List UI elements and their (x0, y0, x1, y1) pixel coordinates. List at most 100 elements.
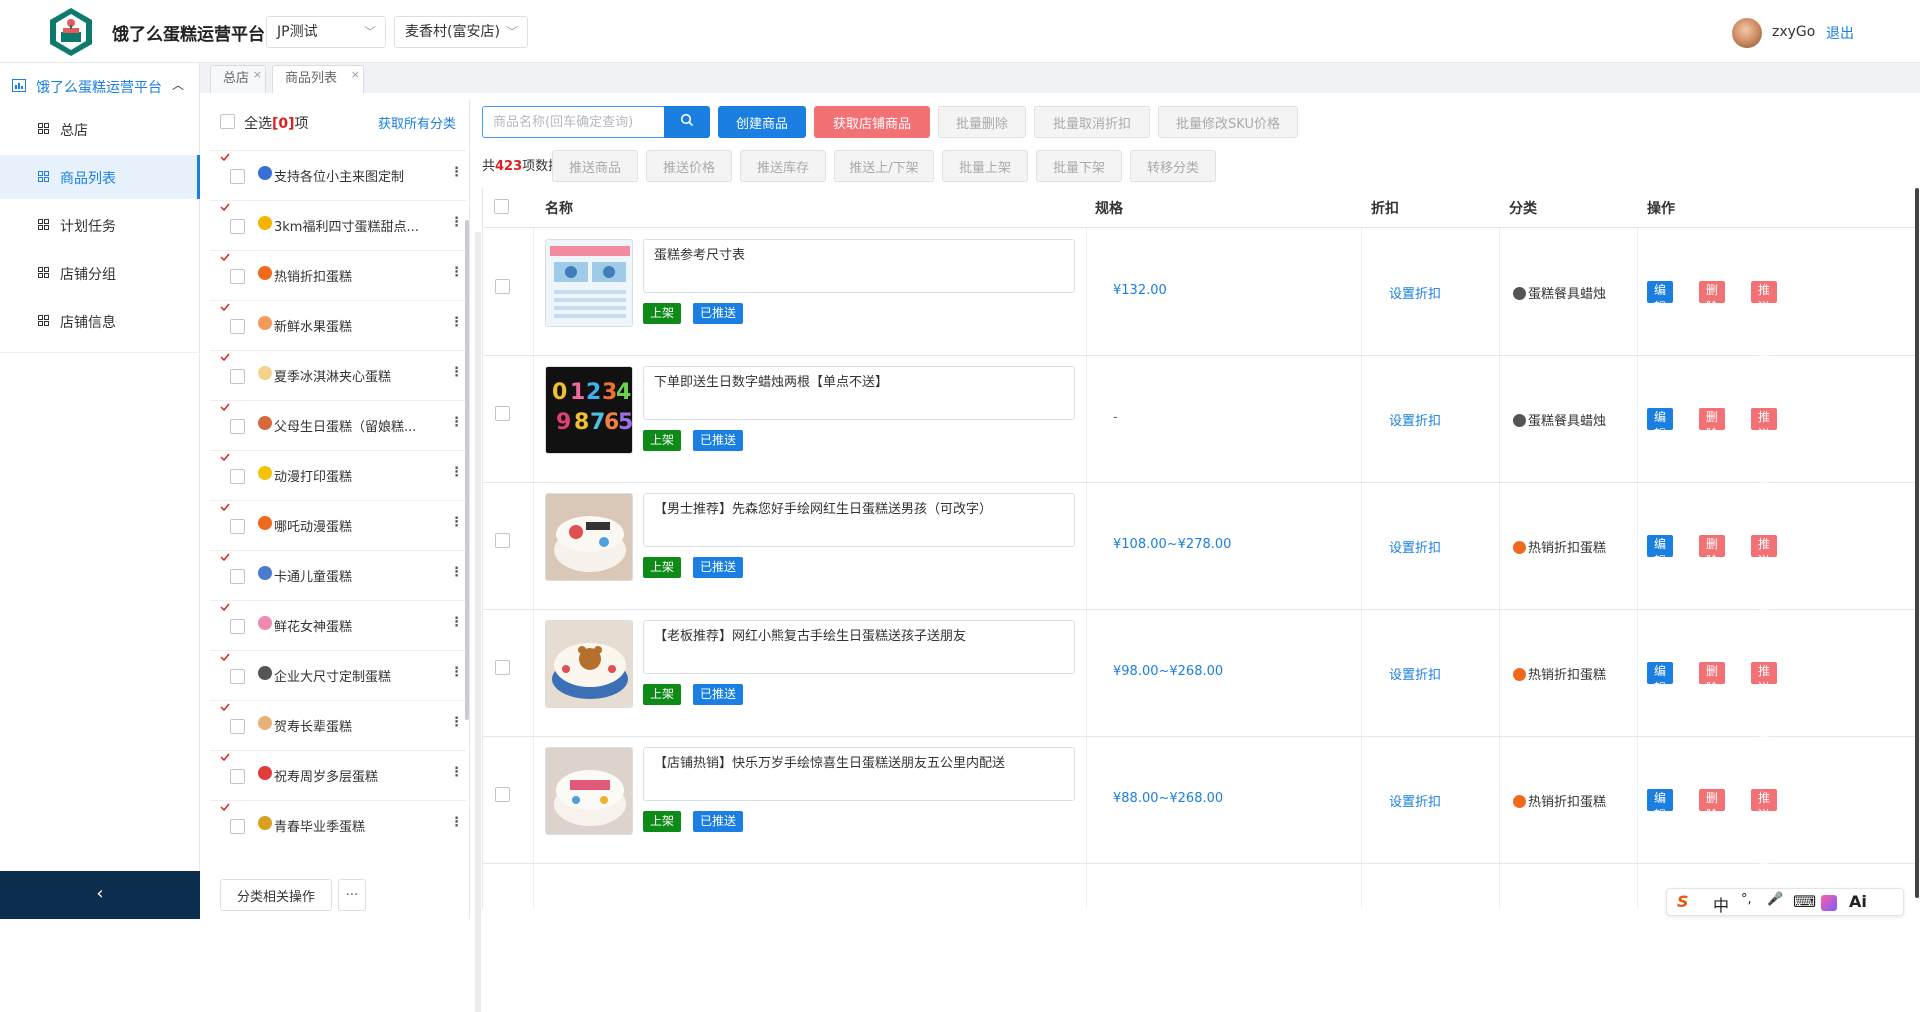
select-all-checkbox[interactable] (220, 114, 235, 129)
product-name-input[interactable]: 【老板推荐】网红小熊复古手绘生日蛋糕送孩子送朋友 (643, 620, 1075, 674)
account-select[interactable]: JP测试 ﹀ (266, 16, 386, 48)
sidebar-group-header[interactable]: 饿了么蛋糕运营平台 ︿ (0, 75, 200, 99)
category-item[interactable]: 哪吒动漫蛋糕 ⋮ (210, 500, 466, 550)
more-vertical-icon[interactable]: ⋮ (450, 615, 463, 630)
spec-price[interactable]: ¥132.00 (1113, 283, 1167, 298)
microphone-icon[interactable]: 🎤 (1767, 892, 1783, 907)
keyboard-icon[interactable]: ⌨ (1793, 892, 1816, 911)
push-price-button[interactable]: 推送价格 (646, 150, 732, 182)
fetch-store-products-button[interactable]: 获取店铺商品 (814, 106, 930, 138)
edit-button[interactable]: 编辑 (1647, 662, 1674, 695)
row-checkbox[interactable] (495, 279, 510, 294)
category-item[interactable]: 企业大尺寸定制蛋糕 ⋮ (210, 650, 466, 700)
logout-link[interactable]: 退出 (1826, 23, 1854, 43)
product-image[interactable] (545, 239, 633, 327)
product-image[interactable] (545, 747, 633, 835)
category-checkbox[interactable] (230, 169, 245, 184)
category-item[interactable]: 卡通儿童蛋糕 ⋮ (210, 550, 466, 600)
more-vertical-icon[interactable]: ⋮ (450, 215, 463, 230)
spec-price[interactable]: ¥98.00~¥268.00 (1113, 664, 1223, 679)
set-discount-link[interactable]: 设置折扣 (1389, 791, 1441, 810)
row-checkbox[interactable] (495, 406, 510, 421)
sidebar-item[interactable]: 店铺信息 (0, 299, 200, 343)
more-vertical-icon[interactable]: ⋮ (450, 715, 463, 730)
fetch-all-categories-link[interactable]: 获取所有分类 (378, 113, 456, 132)
table-left-scrollbar[interactable] (475, 232, 481, 1012)
edit-button[interactable]: 编辑 (1647, 281, 1674, 314)
category-item[interactable]: 父母生日蛋糕（留娘糕... ⋮ (210, 400, 466, 450)
more-vertical-icon[interactable]: ⋮ (450, 265, 463, 280)
category-checkbox[interactable] (230, 319, 245, 334)
category-item[interactable]: 贺寿长辈蛋糕 ⋮ (210, 700, 466, 750)
delete-button[interactable]: 删除 (1699, 662, 1726, 695)
category-checkbox[interactable] (230, 669, 245, 684)
category-item[interactable]: 动漫打印蛋糕 ⋮ (210, 450, 466, 500)
delete-button[interactable]: 删除 (1699, 789, 1726, 822)
push-discount-status-button[interactable]: 推送折扣状态 (1751, 408, 1778, 509)
delete-button[interactable]: 删除 (1699, 408, 1726, 441)
product-image[interactable] (545, 620, 633, 708)
sidebar-collapse-button[interactable]: ‹ (0, 871, 200, 919)
sidebar-item[interactable]: 店铺分组 (0, 251, 200, 295)
edit-button[interactable]: 编辑 (1647, 535, 1674, 568)
category-item[interactable]: 热销折扣蛋糕 ⋮ (210, 250, 466, 300)
ime-logo[interactable]: S (1677, 892, 1689, 911)
push-discount-status-button[interactable]: 推送折扣状态 (1751, 281, 1778, 382)
delete-button[interactable]: 删除 (1699, 281, 1726, 314)
more-vertical-icon[interactable]: ⋮ (450, 315, 463, 330)
close-icon[interactable]: × (351, 62, 360, 88)
more-vertical-icon[interactable]: ⋮ (450, 765, 463, 780)
category-checkbox[interactable] (230, 369, 245, 384)
ime-punctuation[interactable]: °, (1741, 892, 1752, 907)
category-item[interactable]: 夏季冰淇淋夹心蛋糕 ⋮ (210, 350, 466, 400)
category-item[interactable]: 支持各位小主来图定制 ⋮ (210, 150, 466, 200)
tab-product-list[interactable]: 商品列表 × (272, 65, 364, 93)
table-scrollbar[interactable] (1915, 188, 1919, 898)
batch-on-shelf-button[interactable]: 批量上架 (942, 150, 1028, 182)
spec-price[interactable]: - (1113, 410, 1118, 425)
ime-chinese-mode[interactable]: 中 (1713, 892, 1729, 916)
product-name-input[interactable]: 【男士推荐】先森您好手绘网红生日蛋糕送男孩（可改字） (643, 493, 1075, 547)
spec-price[interactable]: ¥108.00~¥278.00 (1113, 537, 1231, 552)
more-vertical-icon[interactable]: ⋮ (450, 665, 463, 680)
product-image[interactable]: 0123498765 (545, 366, 633, 454)
edit-button[interactable]: 编辑 (1647, 408, 1674, 441)
move-category-button[interactable]: 转移分类 (1130, 150, 1216, 182)
search-input[interactable] (493, 107, 663, 137)
category-checkbox[interactable] (230, 469, 245, 484)
category-ops-button[interactable]: 分类相关操作 (220, 879, 332, 911)
push-stock-button[interactable]: 推送库存 (740, 150, 826, 182)
sidebar-item[interactable]: 计划任务 (0, 203, 200, 247)
spec-price[interactable]: ¥88.00~¥268.00 (1113, 791, 1223, 806)
category-checkbox[interactable] (230, 619, 245, 634)
create-product-button[interactable]: 创建商品 (718, 106, 806, 138)
set-discount-link[interactable]: 设置折扣 (1389, 410, 1441, 429)
category-checkbox[interactable] (230, 419, 245, 434)
close-icon[interactable]: × (253, 62, 262, 88)
product-name-input[interactable]: 下单即送生日数字蜡烛两根【单点不送】 (643, 366, 1075, 420)
tab-head-store[interactable]: 总店 × (210, 65, 266, 93)
push-discount-status-button[interactable]: 推送折扣状态 (1751, 662, 1778, 763)
product-name-input[interactable]: 蛋糕参考尺寸表 (643, 239, 1075, 293)
push-products-button[interactable]: 推送商品 (552, 150, 638, 182)
push-discount-status-button[interactable]: 推送折扣状态 (1751, 789, 1778, 890)
more-vertical-icon[interactable]: ⋮ (450, 515, 463, 530)
category-checkbox[interactable] (230, 819, 245, 834)
batch-cancel-discount-button[interactable]: 批量取消折扣 (1034, 106, 1150, 138)
product-name-input[interactable]: 【店铺热销】快乐万岁手绘惊喜生日蛋糕送朋友五公里内配送 (643, 747, 1075, 801)
store-select[interactable]: 麦香村(富安店) ﹀ (394, 16, 528, 48)
batch-off-shelf-button[interactable]: 批量下架 (1036, 150, 1122, 182)
set-discount-link[interactable]: 设置折扣 (1389, 664, 1441, 683)
category-item[interactable]: 鲜花女神蛋糕 ⋮ (210, 600, 466, 650)
more-vertical-icon[interactable]: ⋮ (450, 565, 463, 580)
category-checkbox[interactable] (230, 719, 245, 734)
sidebar-item[interactable]: 总店 (0, 107, 200, 151)
more-vertical-icon[interactable]: ⋮ (450, 415, 463, 430)
avatar[interactable] (1732, 18, 1762, 48)
category-item[interactable]: 3km福利四寸蛋糕甜点... ⋮ (210, 200, 466, 250)
more-vertical-icon[interactable]: ⋮ (450, 165, 463, 180)
category-scrollbar[interactable] (465, 220, 469, 720)
category-item[interactable]: 新鲜水果蛋糕 ⋮ (210, 300, 466, 350)
category-checkbox[interactable] (230, 219, 245, 234)
category-item[interactable]: 祝寿周岁多层蛋糕 ⋮ (210, 750, 466, 800)
